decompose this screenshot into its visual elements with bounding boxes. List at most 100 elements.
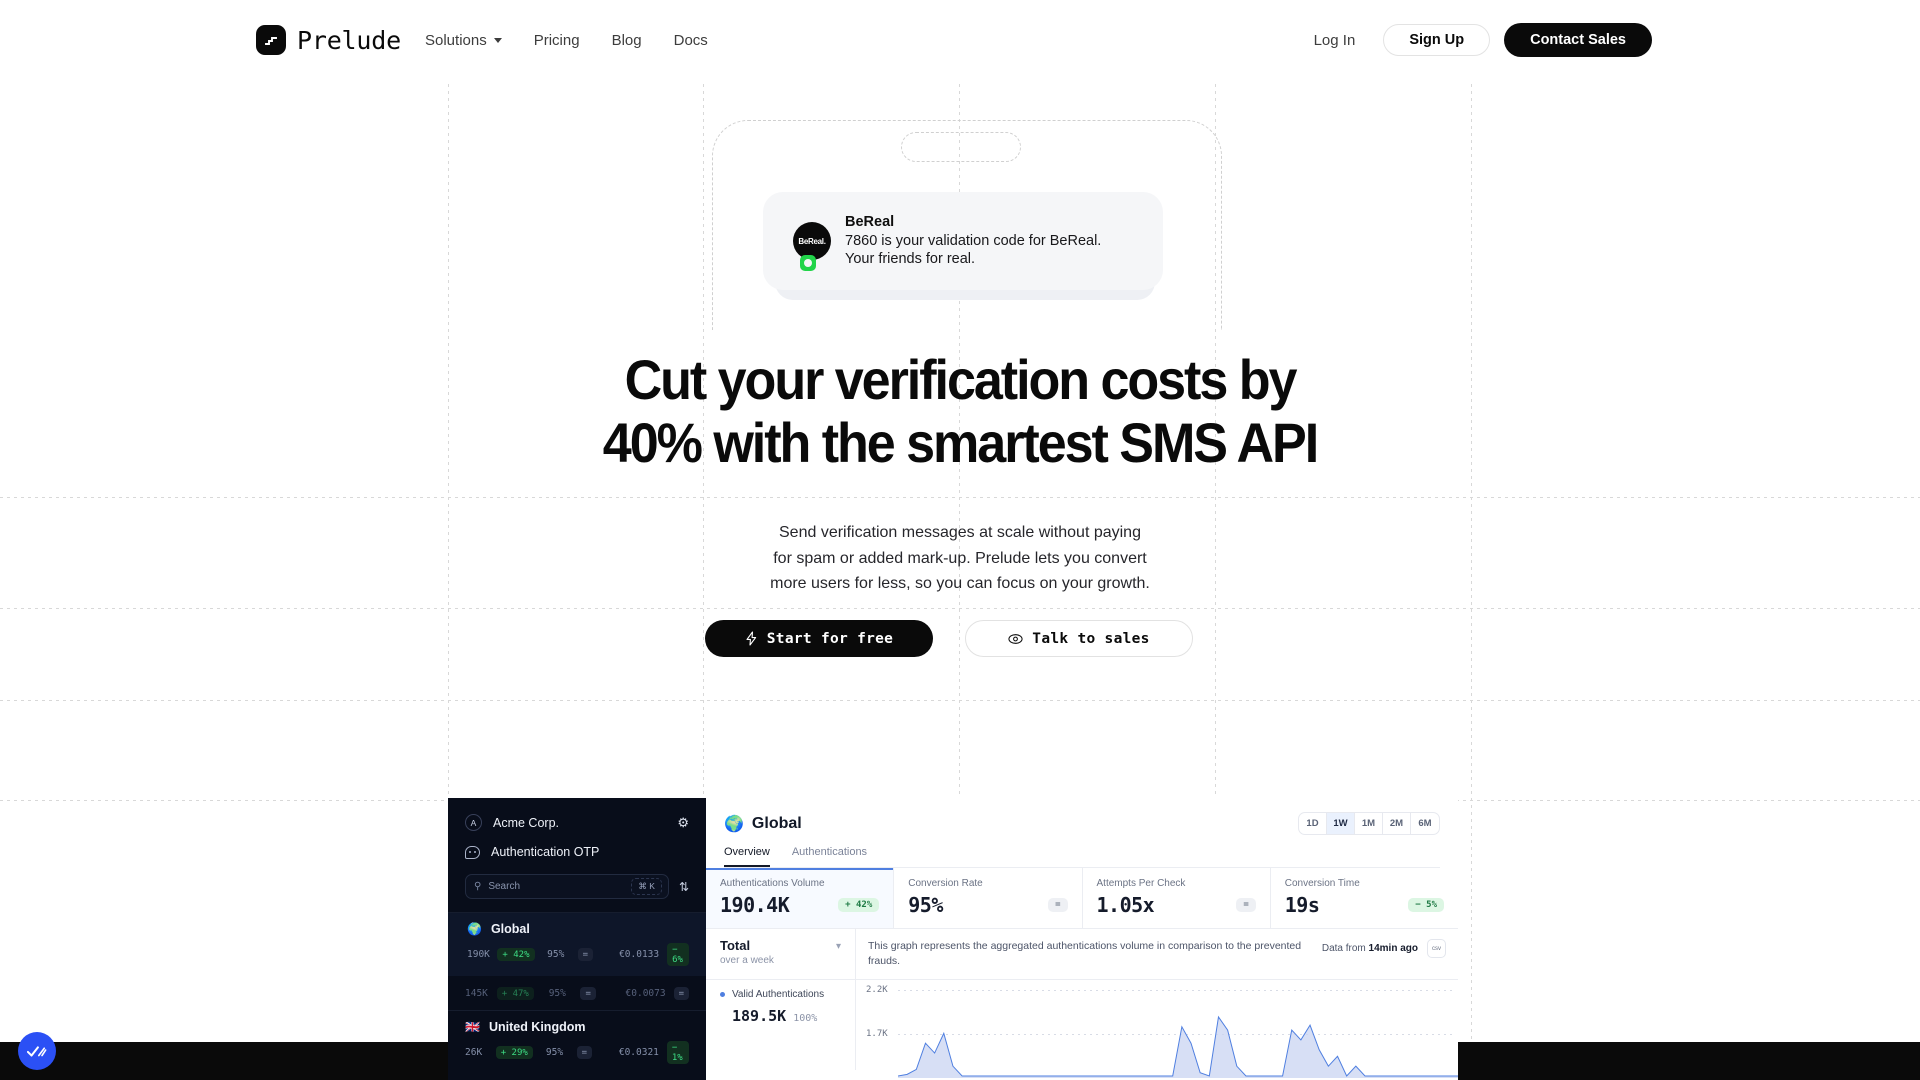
main-nav: Solutions Pricing Blog Docs — [425, 32, 708, 49]
sms-line-1: 7860 is your validation code for BeReal. — [845, 232, 1102, 249]
eye-icon — [1008, 633, 1023, 644]
region-stats-row: 145K + 47% 95% = €0.0073 = — [465, 987, 690, 1000]
download-csv-icon[interactable]: csv — [1427, 939, 1446, 958]
dashboard-title-row: 🌍 Global 1D 1W 1M 2M 6M — [724, 812, 1440, 835]
chevron-down-icon — [493, 37, 502, 43]
legend-dot-icon — [720, 992, 725, 997]
sidebar-region-global-secondary[interactable]: 145K + 47% 95% = €0.0073 = — [448, 976, 706, 1010]
gear-icon[interactable]: ⚙ — [677, 816, 689, 829]
status-badge: − 5% — [1408, 898, 1444, 912]
nav-item-pricing[interactable]: Pricing — [534, 32, 580, 49]
stat-price: €0.0321 — [618, 1047, 659, 1058]
nav-item-docs[interactable]: Docs — [674, 32, 708, 49]
logo-text: Prelude — [297, 25, 401, 55]
range-1m[interactable]: 1M — [1355, 813, 1383, 834]
page-footer-strip-right — [1482, 1042, 1920, 1080]
sort-arrows-icon[interactable]: ⇅ — [679, 880, 689, 894]
graph-grouping-select[interactable]: Total over a week ▾ — [706, 929, 856, 979]
search-input[interactable]: ⚲ Search ⌘ K — [465, 874, 669, 899]
page-title: Cut your verification costs by 40% with … — [67, 348, 1853, 474]
legend-value-row: 189.5K 100% — [720, 1007, 841, 1025]
tab-authentications[interactable]: Authentications — [792, 846, 867, 867]
kpi-attempts-per-check[interactable]: Attempts Per Check 1.05x = — [1083, 868, 1271, 928]
project-item[interactable]: Authentication OTP — [465, 845, 689, 859]
org-name: Acme Corp. — [493, 815, 559, 830]
kpi-value-row: 1.05x = — [1097, 893, 1256, 917]
stat-price-delta: = — [673, 987, 690, 1000]
globe-icon: 🌍 — [724, 815, 744, 833]
legend-item: Valid Authentications — [720, 989, 841, 1000]
nav-item-solutions[interactable]: Solutions — [425, 32, 502, 49]
kpi-conversion-rate[interactable]: Conversion Rate 95% = — [894, 868, 1083, 928]
graph-plot: 2.2K 1.7K — [856, 980, 1458, 1078]
data-from-value: 14min ago — [1368, 943, 1418, 954]
sidebar-search-row: ⚲ Search ⌘ K ⇅ — [465, 874, 689, 912]
stat-rate-delta: = — [576, 1046, 593, 1059]
sidebar-region-global[interactable]: 🌍 Global 190K + 42% 95% = €0.0133 − 6% — [448, 913, 706, 976]
globe-icon: 🌍 — [467, 922, 482, 936]
search-placeholder: Search — [488, 881, 521, 892]
stat-rate: 95% — [545, 1047, 564, 1058]
prelude-logo-icon — [256, 25, 286, 55]
stat-volume: 190K — [467, 949, 490, 960]
range-1d[interactable]: 1D — [1299, 813, 1327, 834]
range-2m[interactable]: 2M — [1383, 813, 1411, 834]
login-link[interactable]: Log In — [1300, 32, 1370, 49]
region-head: 🌍 Global — [467, 922, 689, 936]
uk-flag-icon: 🇬🇧 — [465, 1020, 480, 1034]
dashboard-title: 🌍 Global — [724, 814, 802, 834]
legend-label: Valid Authentications — [732, 989, 825, 1000]
sms-notification-card: BeReal. BeReal 7860 is your validation c… — [763, 192, 1163, 290]
dashboard-main: 🌍 Global 1D 1W 1M 2M 6M Overview Authent… — [706, 798, 1458, 1080]
stat-volume-delta: + 29% — [495, 1046, 533, 1059]
graph-freshness: Data from 14min ago csv — [1322, 939, 1446, 958]
kpi-conversion-time[interactable]: Conversion Time 19s − 5% — [1271, 868, 1458, 928]
stat-price-delta: − 6% — [667, 943, 689, 966]
nav-item-blog[interactable]: Blog — [612, 32, 642, 49]
dashboard-title-text: Global — [751, 814, 802, 832]
kpi-value: 95% — [908, 893, 943, 917]
region-stats-row: 190K + 42% 95% = €0.0133 − 6% — [467, 943, 689, 966]
status-badge: + 42% — [838, 898, 880, 912]
tab-overview[interactable]: Overview — [724, 846, 770, 867]
sidebar-region-united-kingdom[interactable]: 🇬🇧 United Kingdom 26K + 29% 95% = €0.032… — [448, 1011, 706, 1074]
stat-volume: 26K — [465, 1047, 483, 1058]
region-stats-row: 26K + 29% 95% = €0.0321 − 1% — [465, 1041, 689, 1064]
kpi-authentications-volume[interactable]: Authentications Volume 190.4K + 42% — [706, 868, 895, 928]
start-for-free-button[interactable]: Start for free — [705, 620, 933, 657]
landing-page: Prelude Solutions Pricing Blog Docs Log … — [0, 0, 1920, 1080]
authentications-volume-chart — [898, 1015, 1458, 1078]
avatar: A — [465, 814, 482, 831]
logo[interactable]: Prelude — [256, 25, 401, 55]
graph-body: Valid Authentications 189.5K 100% 2.2K 1… — [706, 980, 1458, 1078]
data-from-text: Data from 14min ago — [1322, 943, 1418, 954]
stat-rate-delta: = — [580, 987, 596, 1000]
contact-sales-button[interactable]: Contact Sales — [1504, 23, 1652, 57]
phone-notch-outline — [901, 132, 1021, 162]
stat-volume: 145K — [465, 988, 488, 999]
dashboard-tabs: Overview Authentications — [724, 846, 1440, 868]
y-tick-bottom: 1.7K — [866, 1029, 888, 1039]
chat-widget-button[interactable] — [18, 1032, 56, 1070]
kpi-label: Authentications Volume — [720, 878, 825, 889]
site-header: Prelude Solutions Pricing Blog Docs Log … — [0, 0, 1920, 80]
region-head: 🇬🇧 United Kingdom — [465, 1020, 689, 1034]
status-badge: = — [1048, 898, 1068, 912]
chat-bubble-icon — [465, 845, 480, 859]
range-6m[interactable]: 6M — [1411, 813, 1439, 834]
stat-rate-delta: = — [577, 948, 593, 961]
message-badge-icon — [800, 255, 816, 271]
stat-volume-delta: + 47% — [496, 987, 534, 1000]
kpi-label: Attempts Per Check — [1096, 878, 1186, 889]
talk-to-sales-button[interactable]: Talk to sales — [965, 620, 1193, 657]
chevron-down-icon: ▾ — [835, 941, 841, 952]
search-shortcut-badge: ⌘ K — [631, 878, 662, 895]
org-switcher[interactable]: A Acme Corp. ⚙ — [465, 814, 689, 831]
kpi-value: 1.05x — [1096, 893, 1155, 917]
graph-meta: This graph represents the aggregated aut… — [856, 929, 1458, 979]
range-1w[interactable]: 1W — [1327, 813, 1355, 834]
talk-to-sales-label: Talk to sales — [1032, 630, 1150, 647]
subtitle-line-1: Send verification messages at scale with… — [779, 524, 1141, 541]
signup-button[interactable]: Sign Up — [1383, 24, 1491, 56]
subtitle-line-2: for spam or added mark-up. Prelude lets … — [773, 549, 1147, 567]
